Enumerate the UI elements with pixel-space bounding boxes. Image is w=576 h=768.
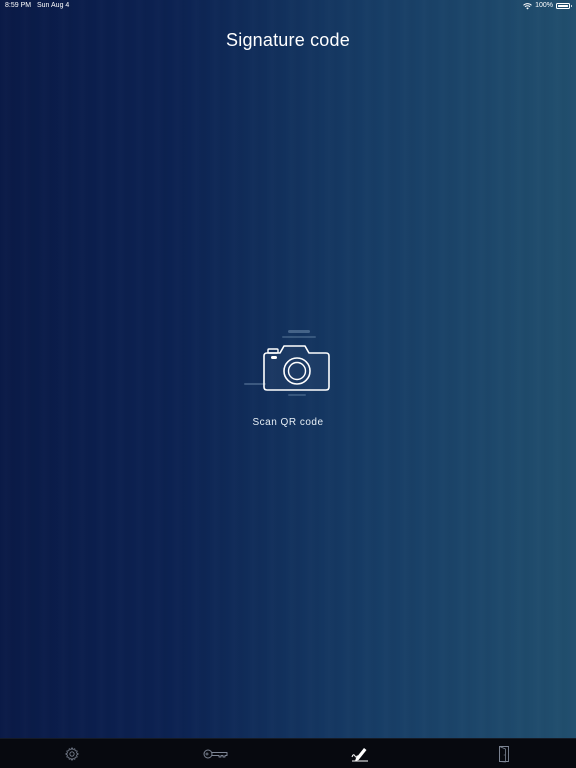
gear-icon (65, 746, 79, 761)
status-right: 100% (523, 0, 572, 12)
status-time: 8:59 PM (5, 2, 32, 9)
key-icon (203, 749, 228, 758)
door-exit-icon (499, 745, 509, 762)
tab-settings[interactable] (42, 740, 102, 768)
battery-percent: 100% (535, 2, 553, 9)
page-title: Signature code (226, 30, 350, 50)
status-date: Sun Aug 4 (37, 2, 70, 9)
screen: 8:59 PM Sun Aug 4 100% Signature code Sc… (0, 0, 576, 768)
tab-signature[interactable] (330, 740, 390, 768)
battery-icon (556, 3, 572, 9)
tab-logout[interactable] (474, 740, 534, 768)
tab-keys[interactable] (186, 740, 246, 768)
scan-qr-label[interactable]: Scan QR code (200, 417, 376, 428)
status-bar: 8:59 PM Sun Aug 4 100% (0, 0, 576, 12)
tab-bar (0, 738, 576, 768)
wifi-icon (523, 2, 532, 9)
camera-icon (244, 330, 330, 396)
signature-icon (351, 747, 368, 761)
